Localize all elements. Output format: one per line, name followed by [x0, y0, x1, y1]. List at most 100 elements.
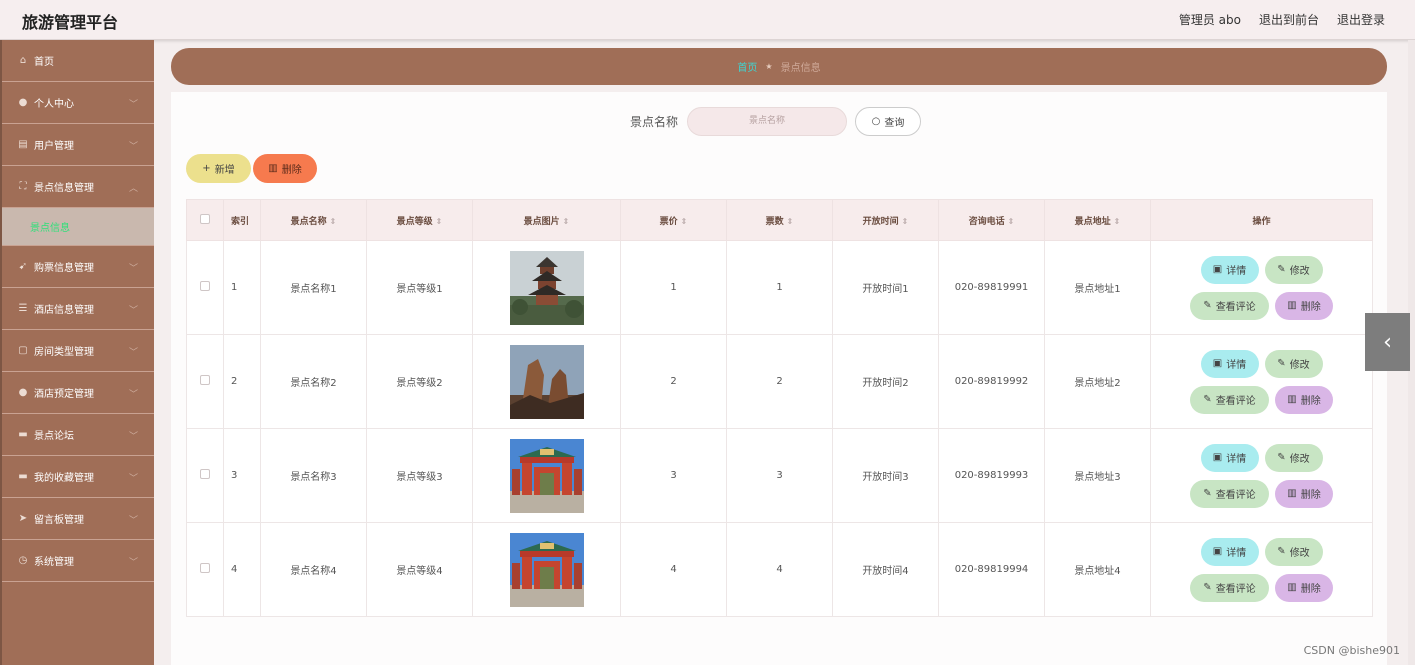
delete-row-button[interactable]: ▥ 删除: [1275, 291, 1333, 320]
detail-button[interactable]: ▣ 详情: [1200, 349, 1259, 378]
edit-button[interactable]: ✎ 修改: [1264, 349, 1323, 378]
column-header[interactable]: 景点地址 ⇕: [1044, 199, 1151, 241]
pencil-icon: ✎: [1277, 264, 1286, 275]
cell-phone: 020-89819992: [938, 334, 1045, 429]
column-header[interactable]: 景点等级 ⇕: [366, 199, 473, 241]
table-row[interactable]: 1 景点名称1 景点等级1 1 1 开放时间1 020-89819991 景点地址1 ▣ 详情 ✎ 修…: [186, 240, 1373, 335]
admin-user-label[interactable]: 管理员 abo: [1179, 11, 1241, 28]
breadcrumb-home[interactable]: 首页: [737, 59, 757, 74]
sort-icon[interactable]: ⇕: [902, 217, 909, 226]
sort-icon[interactable]: ⇕: [1008, 217, 1015, 226]
row-select-cell[interactable]: [186, 334, 224, 429]
sidebar-item-8[interactable]: ● 酒店预定管理 ﹀: [2, 372, 154, 414]
sidebar-item-5[interactable]: ➹ 购票信息管理 ﹀: [2, 246, 154, 288]
chevron-down-icon: ﹀: [128, 432, 138, 442]
delete-row-button[interactable]: ▥ 删除: [1275, 479, 1333, 508]
sidebar-subitem-attraction-info[interactable]: 景点信息: [2, 208, 154, 246]
cell-count: 4: [726, 522, 833, 617]
row-checkbox[interactable]: [200, 469, 210, 479]
view-reviews-button[interactable]: ✎ 查看评论: [1190, 385, 1269, 414]
sidebar-item-label: 购票信息管理: [34, 263, 94, 274]
attraction-image-cell: [472, 240, 621, 335]
edit-button[interactable]: ✎ 修改: [1264, 537, 1323, 566]
cell-address: 景点地址4: [1044, 522, 1151, 617]
column-header[interactable]: 票数 ⇕: [726, 199, 833, 241]
row-actions: ▣ 详情 ✎ 修改 ✎ 查看评论 ▥ 删除: [1151, 537, 1372, 602]
attraction-image[interactable]: [509, 438, 584, 513]
delete-row-button[interactable]: ▥ 删除: [1275, 573, 1333, 602]
row-checkbox[interactable]: [200, 281, 210, 291]
row-select-cell[interactable]: [186, 428, 224, 523]
view-reviews-button[interactable]: ✎ 查看评论: [1190, 479, 1269, 508]
delete-row-button[interactable]: ▥ 删除: [1275, 385, 1333, 414]
column-header[interactable]: 咨询电话 ⇕: [938, 199, 1045, 241]
batch-delete-button[interactable]: ▥ 删除: [253, 154, 317, 183]
sort-icon[interactable]: ⇕: [1114, 217, 1121, 226]
row-actions-cell: ▣ 详情 ✎ 修改 ✎ 查看评论 ▥ 删除: [1150, 522, 1373, 617]
sidebar-item-3[interactable]: ⛶ 景点信息管理 ︿: [2, 166, 154, 208]
detail-button[interactable]: ▣ 详情: [1200, 537, 1259, 566]
collapse-panel-tab[interactable]: ‹: [1365, 313, 1410, 371]
search-input[interactable]: 景点名称: [687, 107, 848, 136]
sidebar-item-12[interactable]: ◷ 系统管理 ﹀: [2, 540, 154, 582]
breadcrumb-separator-icon: ★: [765, 62, 773, 71]
row-checkbox[interactable]: [200, 563, 210, 573]
sidebar-item-label: 景点信息管理: [34, 183, 94, 194]
column-header[interactable]: 景点名称 ⇕: [260, 199, 367, 241]
sidebar-item-1[interactable]: ● 个人中心 ﹀: [2, 82, 154, 124]
pencil-icon: ✎: [1277, 358, 1286, 369]
attraction-image[interactable]: [509, 250, 584, 325]
logout-link[interactable]: 退出登录: [1337, 11, 1385, 28]
sort-icon[interactable]: ⇕: [563, 217, 570, 226]
row-checkbox[interactable]: [200, 375, 210, 385]
chevron-down-icon: ﹀: [128, 142, 138, 152]
detail-button[interactable]: ▣ 详情: [1200, 255, 1259, 284]
chevron-down-icon: ﹀: [128, 390, 138, 400]
cell-open: 开放时间2: [832, 334, 939, 429]
sort-icon[interactable]: ⇕: [436, 217, 443, 226]
sidebar-item-6[interactable]: ☰ 酒店信息管理 ﹀: [2, 288, 154, 330]
view-reviews-button[interactable]: ✎ 查看评论: [1190, 573, 1269, 602]
cell-address: 景点地址2: [1044, 334, 1151, 429]
cell-name: 景点名称1: [260, 240, 367, 335]
table-row[interactable]: 4 景点名称4 景点等级4 4 4 开放时间4 020-89819994 景点地址4 ▣ 详情 ✎ 修…: [186, 522, 1373, 617]
edit-label: 修改: [1289, 266, 1310, 277]
table-row[interactable]: 2 景点名称2 景点等级2 2 2 开放时间2 020-89819992 景点地址2 ▣ 详情 ✎ 修…: [186, 334, 1373, 429]
detail-label: 详情: [1226, 266, 1247, 277]
edit-button[interactable]: ✎ 修改: [1264, 443, 1323, 472]
column-header-label: 景点图片: [523, 216, 560, 227]
row-select-cell[interactable]: [186, 522, 224, 617]
column-header[interactable]: 票价 ⇕: [620, 199, 727, 241]
row-select-cell[interactable]: [186, 240, 224, 335]
edit-button[interactable]: ✎ 修改: [1264, 255, 1323, 284]
column-header[interactable]: 景点图片 ⇕: [472, 199, 621, 241]
cell-count: 3: [726, 428, 833, 523]
sidebar-item-2[interactable]: ▤ 用户管理 ﹀: [2, 124, 154, 166]
table-row[interactable]: 3 景点名称3 景点等级3 3 3 开放时间3 020-89819993 景点地址3 ▣ 详情 ✎ 修…: [186, 428, 1373, 523]
sort-icon[interactable]: ⇕: [681, 217, 688, 226]
sidebar-item-9[interactable]: ▬ 景点论坛 ﹀: [2, 414, 154, 456]
cell-name: 景点名称3: [260, 428, 367, 523]
column-header[interactable]: 开放时间 ⇕: [832, 199, 939, 241]
select-all-checkbox[interactable]: [200, 213, 210, 224]
detail-button[interactable]: ▣ 详情: [1200, 443, 1259, 472]
sort-icon[interactable]: ⇕: [330, 217, 337, 226]
edit-label: 修改: [1289, 454, 1310, 465]
attraction-image[interactable]: [509, 344, 584, 419]
add-button[interactable]: + 新增: [186, 154, 251, 183]
review-label: 查看评论: [1215, 490, 1256, 501]
exit-to-front-link[interactable]: 退出到前台: [1259, 11, 1319, 28]
search-button[interactable]: ○ 查询: [855, 107, 922, 136]
sort-icon[interactable]: ⇕: [787, 217, 794, 226]
attractions-table: 索引 景点名称 ⇕ 景点等级 ⇕ 景点图片 ⇕ 票价 ⇕ 票数 ⇕ 开放时间 ⇕ 咨询电话 ⇕ 景点地址 ⇕ 操作…: [186, 199, 1373, 617]
pencil-icon: ✎: [1203, 300, 1212, 311]
view-reviews-button[interactable]: ✎ 查看评论: [1190, 291, 1269, 320]
sidebar-item-10[interactable]: ▬ 我的收藏管理 ﹀: [2, 456, 154, 498]
select-all-header[interactable]: [186, 199, 224, 241]
sidebar-item-0[interactable]: ⌂ 首页: [2, 40, 154, 82]
sidebar-item-11[interactable]: ➤ 留言板管理 ﹀: [2, 498, 154, 540]
sidebar-item-7[interactable]: ▢ 房间类型管理 ﹀: [2, 330, 154, 372]
search-button-label: 查询: [884, 118, 905, 129]
attraction-image[interactable]: [509, 532, 584, 607]
column-header-label: 操作: [1252, 216, 1271, 227]
